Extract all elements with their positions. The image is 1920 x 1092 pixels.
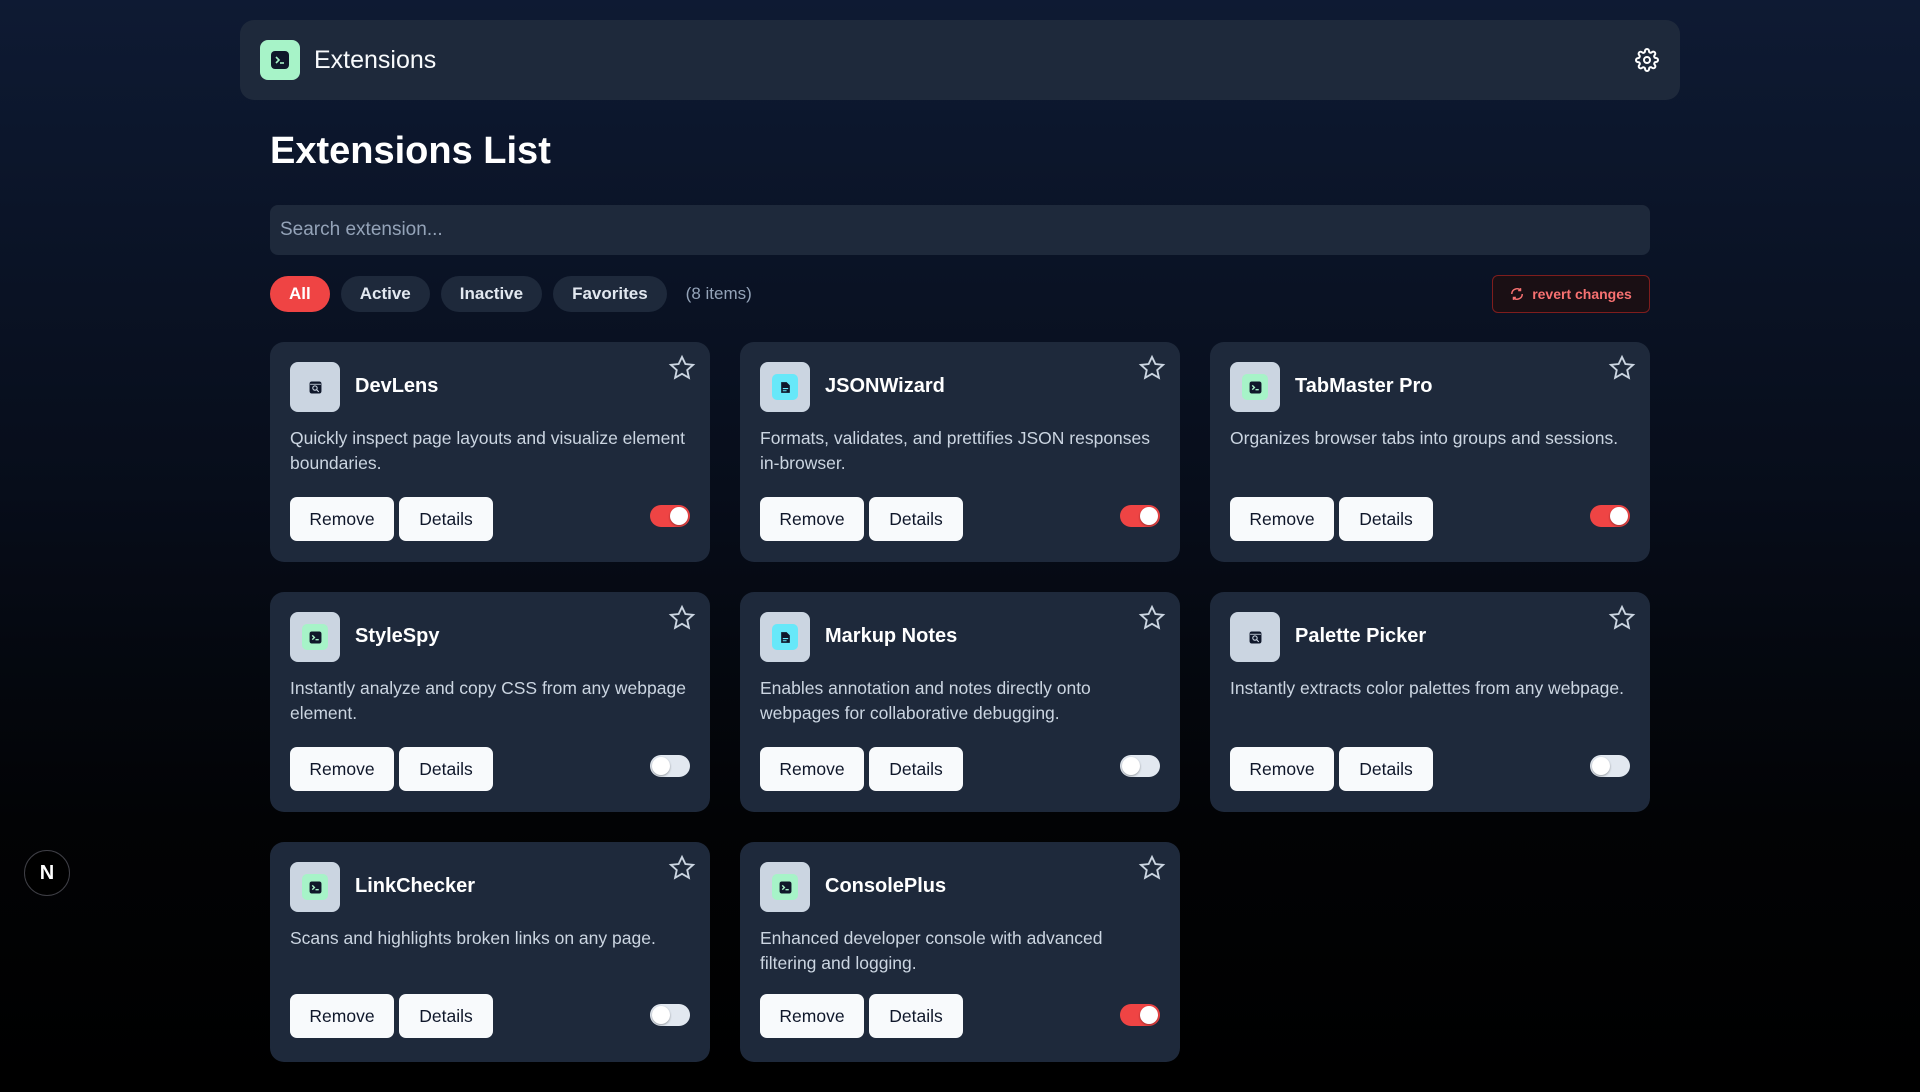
filter-active[interactable]: Active [340, 276, 430, 312]
remove-button[interactable]: Remove [760, 747, 864, 791]
extension-card: ConsolePlus Enhanced developer console wi… [740, 842, 1180, 1062]
enable-toggle[interactable] [1120, 1004, 1160, 1026]
page-title: Extensions List [270, 130, 551, 172]
app-header: Extensions [240, 20, 1680, 100]
enable-toggle[interactable] [650, 755, 690, 777]
details-button[interactable]: Details [869, 747, 963, 791]
extension-icon [290, 862, 340, 912]
filter-all[interactable]: All [270, 276, 330, 312]
document-icon [772, 374, 798, 400]
star-icon[interactable] [1138, 854, 1166, 882]
framework-badge[interactable]: N [24, 850, 70, 896]
extension-name: LinkChecker [355, 875, 476, 897]
enable-toggle[interactable] [1590, 755, 1630, 777]
terminal-icon [772, 874, 798, 900]
star-icon[interactable] [668, 604, 696, 632]
extension-description: Instantly extracts color palettes from a… [1230, 678, 1624, 698]
remove-button[interactable]: Remove [760, 497, 864, 541]
gear-icon[interactable] [1634, 47, 1660, 73]
extension-card: Markup Notes Enables annotation and notes… [740, 592, 1180, 812]
extension-name: ConsolePlus [825, 875, 947, 897]
document-icon [772, 624, 798, 650]
extension-card: LinkChecker Scans and highlights broken l… [270, 842, 710, 1062]
star-icon[interactable] [1608, 354, 1636, 382]
remove-button[interactable]: Remove [290, 994, 394, 1038]
extension-name: Palette Picker [1295, 625, 1427, 647]
enable-toggle[interactable] [1590, 505, 1630, 527]
terminal-icon [1242, 374, 1268, 400]
extension-name: JSONWizard [825, 375, 945, 397]
extension-card: DevLens Quickly inspect page layouts and … [270, 342, 710, 562]
remove-button[interactable]: Remove [760, 994, 864, 1038]
enable-toggle[interactable] [650, 505, 690, 527]
refresh-icon [1511, 288, 1524, 300]
extension-description: Formats, validates, and prettifies JSON … [760, 428, 1151, 473]
star-icon[interactable] [1608, 604, 1636, 632]
search-input[interactable] [270, 205, 1650, 255]
filter-favorites[interactable]: Favorites [553, 276, 667, 312]
extension-icon [1230, 362, 1280, 412]
extension-icon [290, 612, 340, 662]
star-icon[interactable] [1138, 604, 1166, 632]
extension-card: TabMaster Pro Organizes browser tabs into… [1210, 342, 1650, 562]
star-icon[interactable] [1138, 354, 1166, 382]
extension-description: Quickly inspect page layouts and visuali… [290, 428, 685, 473]
star-icon[interactable] [668, 854, 696, 882]
details-button[interactable]: Details [869, 994, 963, 1038]
terminal-icon [260, 40, 300, 80]
extension-name: Markup Notes [825, 625, 958, 647]
terminal-icon [302, 624, 328, 650]
details-button[interactable]: Details [399, 994, 493, 1038]
enable-toggle[interactable] [650, 1004, 690, 1026]
filter-inactive[interactable]: Inactive [440, 276, 543, 312]
inspect-icon [302, 374, 328, 400]
extension-icon [760, 862, 810, 912]
extensions-grid: DevLens Quickly inspect page layouts and … [270, 342, 1650, 1062]
revert-changes-button[interactable]: revert changes [1492, 275, 1650, 313]
extension-icon [1230, 612, 1280, 662]
terminal-icon [302, 874, 328, 900]
extension-icon [290, 362, 340, 412]
enable-toggle[interactable] [1120, 505, 1160, 527]
extension-description: Scans and highlights broken links on any… [290, 928, 656, 948]
remove-button[interactable]: Remove [290, 747, 394, 791]
details-button[interactable]: Details [399, 747, 493, 791]
extension-description: Organizes browser tabs into groups and s… [1230, 428, 1619, 448]
extension-icon [760, 362, 810, 412]
inspect-icon [1242, 624, 1268, 650]
details-button[interactable]: Details [1339, 497, 1433, 541]
extension-description: Enhanced developer console with advanced… [760, 928, 1103, 973]
remove-button[interactable]: Remove [1230, 497, 1334, 541]
details-button[interactable]: Details [399, 497, 493, 541]
extension-card: Palette Picker Instantly extracts color p… [1210, 592, 1650, 812]
item-count: (8 items) [685, 284, 752, 303]
extension-description: Enables annotation and notes directly on… [760, 678, 1091, 723]
extension-name: TabMaster Pro [1295, 375, 1433, 397]
details-button[interactable]: Details [869, 497, 963, 541]
enable-toggle[interactable] [1120, 755, 1160, 777]
extension-description: Instantly analyze and copy CSS from any … [290, 678, 686, 723]
revert-label: revert changes [1532, 286, 1632, 302]
filter-bar: All Active Inactive Favorites (8 items) [270, 276, 752, 312]
remove-button[interactable]: Remove [1230, 747, 1334, 791]
remove-button[interactable]: Remove [290, 497, 394, 541]
app-title: Extensions [314, 45, 437, 74]
extension-card: StyleSpy Instantly analyze and copy CSS f… [270, 592, 710, 812]
details-button[interactable]: Details [1339, 747, 1433, 791]
extension-card: JSONWizard Formats, validates, and pretti… [740, 342, 1180, 562]
star-icon[interactable] [668, 354, 696, 382]
extension-icon [760, 612, 810, 662]
extension-name: StyleSpy [355, 625, 440, 647]
extension-name: DevLens [355, 375, 439, 397]
